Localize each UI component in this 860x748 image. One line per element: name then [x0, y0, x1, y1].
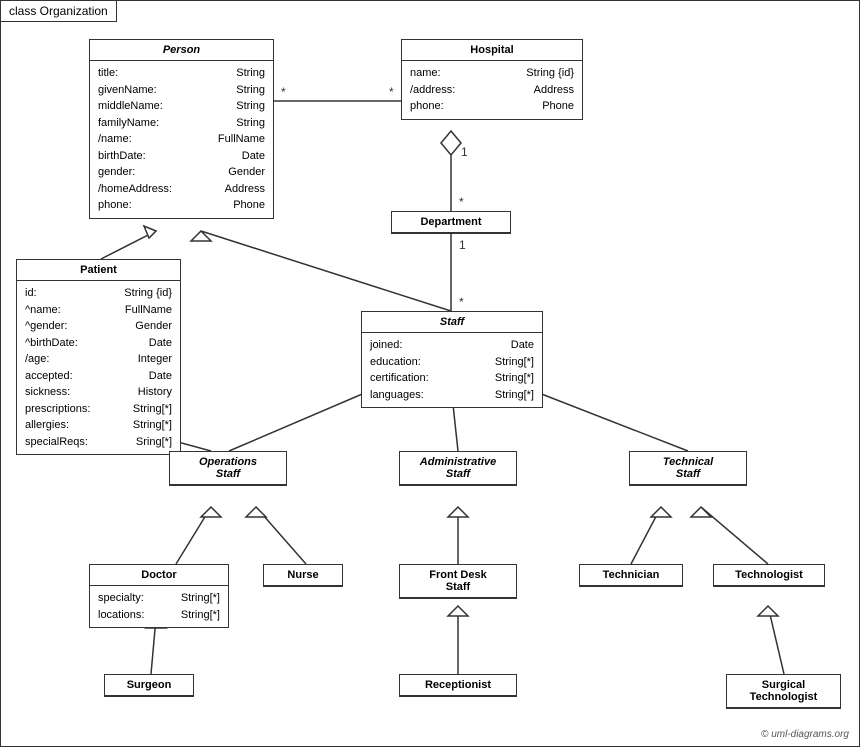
class-technologist: Technologist [713, 564, 825, 587]
svg-text:*: * [281, 85, 286, 99]
class-front-desk-staff: Front DeskStaff [399, 564, 517, 599]
class-surgical-technologist: SurgicalTechnologist [726, 674, 841, 709]
class-department: Department [391, 211, 511, 234]
class-staff: Staff joined:Date education:String[*] ce… [361, 311, 543, 408]
class-person-body: title:String givenName:String middleName… [90, 61, 273, 218]
class-operations-staff: OperationsStaff [169, 451, 287, 486]
class-operations-staff-header: OperationsStaff [170, 452, 286, 485]
class-receptionist: Receptionist [399, 674, 517, 697]
class-patient: Patient id:String {id} ^name:FullName ^g… [16, 259, 181, 455]
class-technician-header: Technician [580, 565, 682, 586]
svg-text:*: * [389, 85, 394, 99]
class-person: Person title:String givenName:String mid… [89, 39, 274, 219]
class-surgeon: Surgeon [104, 674, 194, 697]
class-nurse-header: Nurse [264, 565, 342, 586]
svg-text:1: 1 [459, 238, 466, 252]
class-staff-header: Staff [362, 312, 542, 333]
class-technologist-header: Technologist [714, 565, 824, 586]
class-receptionist-header: Receptionist [400, 675, 516, 696]
class-surgeon-header: Surgeon [105, 675, 193, 696]
class-patient-body: id:String {id} ^name:FullName ^gender:Ge… [17, 281, 180, 454]
class-hospital-body: name:String {id} /address:Address phone:… [402, 61, 582, 119]
svg-text:1: 1 [461, 145, 468, 159]
class-staff-body: joined:Date education:String[*] certific… [362, 333, 542, 407]
class-technician: Technician [579, 564, 683, 587]
class-technical-staff: TechnicalStaff [629, 451, 747, 486]
class-patient-header: Patient [17, 260, 180, 281]
copyright: © uml-diagrams.org [761, 729, 849, 740]
class-doctor: Doctor specialty:String[*] locations:Str… [89, 564, 229, 628]
svg-text:*: * [459, 195, 464, 209]
class-doctor-header: Doctor [90, 565, 228, 586]
class-technical-staff-header: TechnicalStaff [630, 452, 746, 485]
svg-text:*: * [459, 295, 464, 309]
class-department-header: Department [392, 212, 510, 233]
diagram-container: class Organization * * 1 * 1 * [0, 0, 860, 747]
class-hospital: Hospital name:String {id} /address:Addre… [401, 39, 583, 120]
class-administrative-staff: AdministrativeStaff [399, 451, 517, 486]
class-surgical-technologist-header: SurgicalTechnologist [727, 675, 840, 708]
class-hospital-header: Hospital [402, 40, 582, 61]
class-doctor-body: specialty:String[*] locations:String[*] [90, 586, 228, 627]
class-person-header: Person [90, 40, 273, 61]
class-front-desk-staff-header: Front DeskStaff [400, 565, 516, 598]
class-administrative-staff-header: AdministrativeStaff [400, 452, 516, 485]
class-nurse: Nurse [263, 564, 343, 587]
diagram-title: class Organization [1, 1, 117, 22]
